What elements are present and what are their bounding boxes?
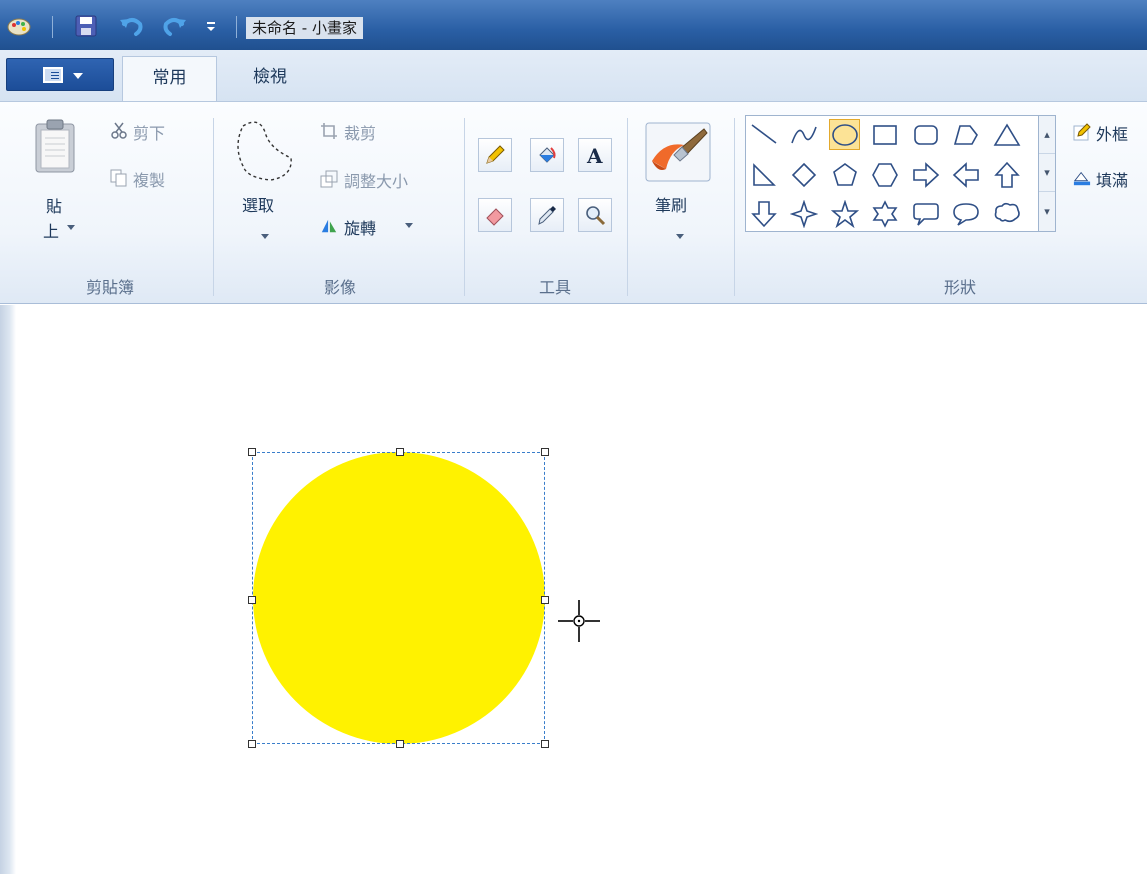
magnifier-icon[interactable] xyxy=(578,198,612,232)
rounded-rectangle-shape[interactable] xyxy=(910,119,941,150)
clipboard-group-label: 剪貼簿 xyxy=(85,278,134,297)
left-arrow-shape[interactable] xyxy=(950,159,981,190)
paint-app-icon[interactable] xyxy=(6,13,32,39)
resize-handle-left[interactable] xyxy=(248,596,256,604)
tools-group-label: 工具 xyxy=(538,278,571,297)
copy-button[interactable]: 複製 xyxy=(133,167,165,191)
four-point-star-shape[interactable] xyxy=(788,198,819,229)
text-icon[interactable]: A xyxy=(578,138,612,172)
resize-handle-top[interactable] xyxy=(396,448,404,456)
copy-icon xyxy=(110,169,128,187)
select-icon[interactable] xyxy=(231,118,295,184)
up-arrow-shape[interactable] xyxy=(991,159,1022,190)
polygon-shape[interactable] xyxy=(950,119,981,150)
brushes-button[interactable]: 筆刷 xyxy=(655,192,687,216)
resize-handle-top-left[interactable] xyxy=(248,448,256,456)
fill-button[interactable]: 填滿 xyxy=(1096,167,1128,191)
right-arrow-shape[interactable] xyxy=(910,159,941,190)
selection-box[interactable] xyxy=(252,452,545,744)
six-point-star-shape[interactable] xyxy=(869,198,900,229)
select-button[interactable]: 選取 xyxy=(242,192,274,216)
rotate-button[interactable]: 旋轉 xyxy=(344,215,376,239)
five-point-star-shape[interactable] xyxy=(829,198,860,229)
curve-shape[interactable] xyxy=(788,119,819,150)
resize-handle-bottom[interactable] xyxy=(396,740,404,748)
fill-icon xyxy=(1073,169,1091,187)
pencil-icon[interactable] xyxy=(478,138,512,172)
crop-icon xyxy=(320,122,338,140)
tab-home[interactable]: 常用 xyxy=(122,56,217,102)
window-title: 未命名 - 小畫家 xyxy=(246,17,363,39)
shapes-gallery xyxy=(745,115,1040,232)
cut-button[interactable]: 剪下 xyxy=(133,120,165,144)
rounded-callout-shape[interactable] xyxy=(910,198,941,229)
rotate-dropdown-icon[interactable] xyxy=(405,223,413,228)
image-group-label: 影像 xyxy=(323,278,356,297)
svg-text:A: A xyxy=(586,144,603,166)
outline-button[interactable]: 外框 xyxy=(1096,121,1128,145)
resize-handle-top-right[interactable] xyxy=(541,448,549,456)
cloud-callout-shape[interactable] xyxy=(991,198,1022,229)
clipboard-icon[interactable] xyxy=(34,118,76,174)
canvas-border xyxy=(0,305,16,874)
color-picker-icon[interactable] xyxy=(530,198,564,232)
triangle-shape[interactable] xyxy=(991,119,1022,150)
resize-button[interactable]: 調整大小 xyxy=(344,168,408,192)
brushes-dropdown-icon[interactable] xyxy=(676,234,684,239)
ribbon: 貼 上 剪下 複製 剪貼簿 選取 裁剪 調整大小 旋轉 影像 A 工具 筆刷 ▴… xyxy=(0,101,1147,304)
paste-button-label[interactable]: 貼 xyxy=(46,193,62,217)
rotate-icon xyxy=(320,217,338,235)
shapes-group-label: 形狀 xyxy=(943,278,976,297)
scroll-up-icon[interactable]: ▴ xyxy=(1039,116,1055,154)
paste-button-label-2[interactable]: 上 xyxy=(43,218,59,242)
rectangle-shape[interactable] xyxy=(869,119,900,150)
resize-handle-right[interactable] xyxy=(541,596,549,604)
line-shape[interactable] xyxy=(748,119,779,150)
resize-handle-bottom-left[interactable] xyxy=(248,740,256,748)
customize-dropdown-icon[interactable] xyxy=(204,13,218,39)
fill-bucket-icon[interactable] xyxy=(530,138,564,172)
title-bar: 未命名 - 小畫家 xyxy=(0,0,1147,50)
ellipse-shape[interactable] xyxy=(829,119,860,150)
menu-icon xyxy=(43,67,63,83)
select-dropdown-icon[interactable] xyxy=(261,234,269,239)
diamond-shape[interactable] xyxy=(788,159,819,190)
down-arrow-shape[interactable] xyxy=(748,198,779,229)
oval-callout-shape[interactable] xyxy=(950,198,981,229)
scroll-down-icon[interactable]: ▾ xyxy=(1039,154,1055,192)
outline-pen-icon xyxy=(1073,123,1091,141)
file-menu-button[interactable] xyxy=(6,58,114,91)
crop-button[interactable]: 裁剪 xyxy=(344,120,376,144)
chevron-down-icon xyxy=(73,73,83,79)
scissors-icon xyxy=(110,122,128,140)
redo-icon[interactable] xyxy=(160,13,188,39)
crosshair-cursor-icon xyxy=(556,598,602,644)
right-triangle-shape[interactable] xyxy=(748,159,779,190)
shapes-gallery-scrollbar[interactable]: ▴ ▾ ▾ xyxy=(1038,115,1056,232)
tab-view[interactable]: 檢視 xyxy=(240,56,300,102)
undo-icon[interactable] xyxy=(118,13,146,39)
pentagon-shape[interactable] xyxy=(829,159,860,190)
resize-icon xyxy=(320,170,338,188)
resize-handle-bottom-right[interactable] xyxy=(541,740,549,748)
gallery-expand-icon[interactable]: ▾ xyxy=(1039,192,1055,230)
eraser-icon[interactable] xyxy=(478,198,512,232)
drawing-canvas[interactable] xyxy=(0,305,1147,874)
paste-dropdown-icon[interactable] xyxy=(67,225,75,230)
brush-icon[interactable] xyxy=(644,121,712,183)
hexagon-shape[interactable] xyxy=(869,159,900,190)
save-icon[interactable] xyxy=(74,13,98,39)
